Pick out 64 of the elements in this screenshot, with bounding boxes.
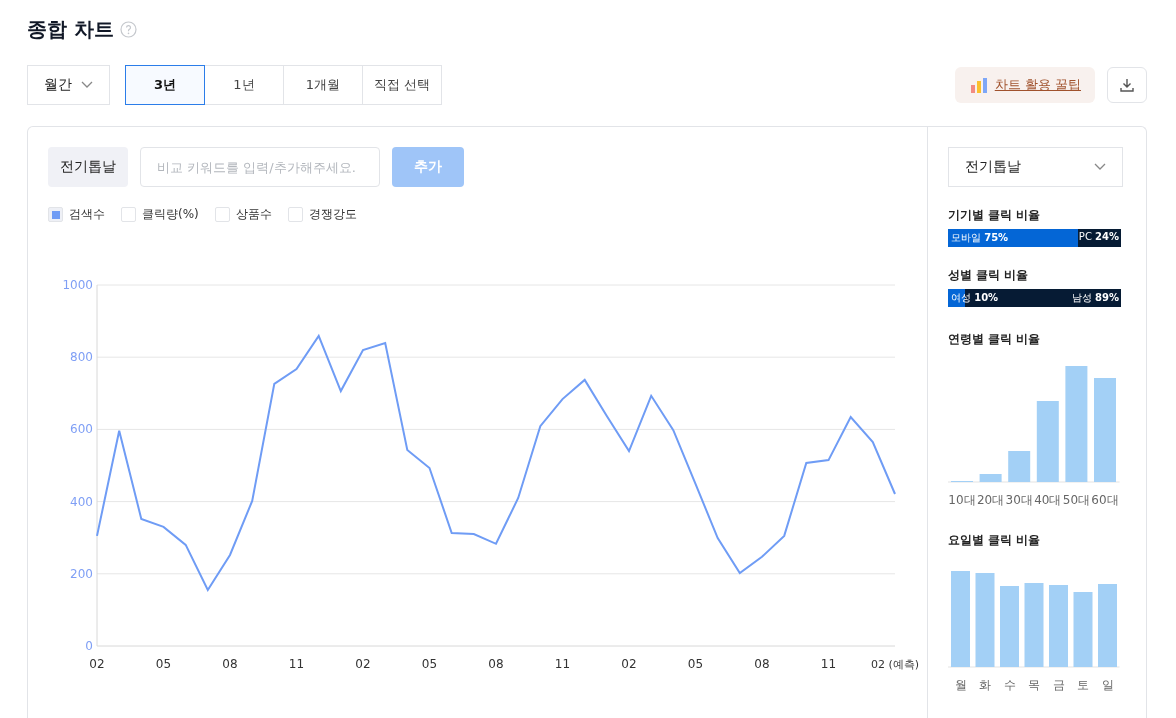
x-tick-label: 11 <box>288 657 305 671</box>
x-tick-label: 05 <box>687 657 704 671</box>
checkbox[interactable] <box>287 207 303 222</box>
checkbox-label: 상품수 <box>235 206 272 223</box>
y-tick-label: 0 <box>85 639 93 653</box>
y-tick-label: 600 <box>70 422 93 437</box>
bar-label: 토 <box>1077 678 1089 692</box>
section-title: 성별 클릭 비율 <box>948 267 1030 284</box>
bar-label: 30대 <box>1005 493 1033 507</box>
period-dropdown[interactable]: 월간 <box>27 65 110 105</box>
bar <box>1008 451 1031 482</box>
bar-label: 월 <box>954 678 967 692</box>
bar-label: 일 <box>1101 678 1114 692</box>
y-tick-label: 200 <box>70 566 93 581</box>
bar-label: 화 <box>979 678 991 692</box>
checkbox[interactable] <box>121 207 136 222</box>
section-title: 기기별 클릭 비율 <box>948 207 1042 224</box>
bar-label: 50대 <box>1062 493 1091 507</box>
keyword-chip: 전기톱날 <box>48 147 128 187</box>
ratio-label: PC 24% <box>1078 231 1119 242</box>
x-tick-label: 08 <box>488 657 504 671</box>
checkbox-label: 검색수 <box>69 206 105 223</box>
page-title: 종합 차트 <box>27 15 114 43</box>
section-title: 연령별 클릭 비율 <box>948 331 1042 348</box>
chevron-down-icon <box>81 81 93 89</box>
bar-label: 목 <box>1028 678 1040 692</box>
checkbox[interactable] <box>214 207 230 222</box>
x-tick-label: 02 <box>621 657 637 671</box>
help-icon <box>119 20 137 38</box>
x-tick-label: 02 <box>355 657 371 671</box>
bar-label: 20대 <box>976 493 1005 507</box>
bar-label: 수 <box>1003 678 1016 692</box>
bar-label: 40대 <box>1034 493 1062 507</box>
y-tick-label: 800 <box>70 350 93 365</box>
period-tab[interactable]: 직접 선택 <box>362 65 442 105</box>
period-tab[interactable]: 1개월 <box>283 65 363 105</box>
bar-label: 10대 <box>948 493 976 507</box>
bar <box>979 474 1002 482</box>
x-tick-label: 05 <box>155 657 172 671</box>
ratio-label: 모바일 75% <box>951 231 1009 245</box>
chevron-down-icon <box>1094 163 1106 171</box>
x-tick-label: 11 <box>554 657 571 671</box>
x-tick-label: 05 <box>421 657 438 671</box>
checkbox[interactable] <box>48 207 63 222</box>
x-tick-label: 08 <box>754 657 770 671</box>
y-tick-label: 1000 <box>62 278 93 292</box>
section-title: 요일별 클릭 비율 <box>948 532 1042 549</box>
period-tab[interactable]: 1년 <box>204 65 284 105</box>
x-tick-label: 02 <box>89 657 105 671</box>
keyword-dropdown[interactable]: 전기톱날 <box>948 147 1123 187</box>
x-tick-label: 02 (예측) <box>870 658 920 671</box>
y-tick-label: 400 <box>70 494 93 509</box>
x-tick-label: 08 <box>222 657 238 671</box>
x-tick-label: 11 <box>820 657 837 671</box>
ratio-label: 남성 89% <box>1071 291 1119 305</box>
keyword-input[interactable]: 비교 키워드를 입력/추가해주세요. <box>140 147 380 187</box>
bar-label: 금 <box>1052 678 1065 692</box>
checkbox-label: 경쟁강도 <box>308 206 357 223</box>
bar-chart-icon <box>970 77 987 93</box>
bar-label: 60대 <box>1091 493 1119 507</box>
period-tab[interactable]: 3년 <box>125 65 205 105</box>
download-icon <box>1120 78 1134 92</box>
download-button[interactable] <box>1107 67 1147 103</box>
checkbox-label: 클릭량(%) <box>142 206 199 223</box>
